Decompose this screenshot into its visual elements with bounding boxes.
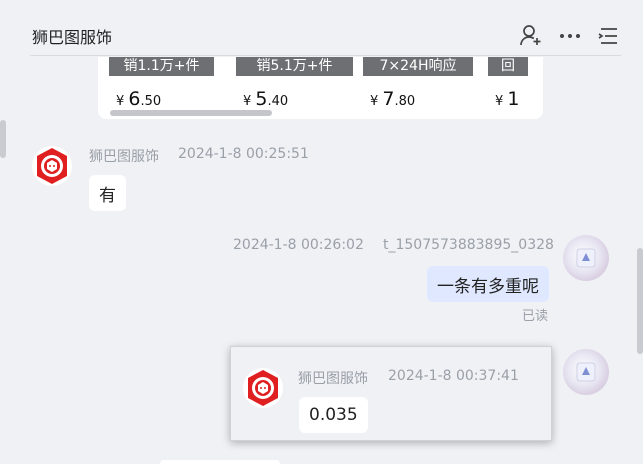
shop-avatar (243, 368, 283, 408)
product-sales-banner: 销5.1万+件 (236, 57, 353, 76)
chat-header: 狮巴图服饰 (30, 0, 621, 56)
menu-list-icon[interactable] (595, 22, 621, 48)
message-time: 2024-1-8 00:37:41 (388, 368, 519, 384)
read-status: 已读 (522, 309, 549, 324)
message-bubble[interactable]: 0.035 (299, 397, 368, 433)
product-price: ¥ 6.50 (116, 88, 162, 110)
product-item[interactable]: 回 ¥ 1 (488, 57, 528, 110)
product-sales-banner: 7×24H响应 (363, 57, 473, 76)
product-strip-scrollbar[interactable] (110, 110, 272, 116)
message-time: 2024-1-8 00:25:51 (178, 146, 309, 162)
message-time: 2024-1-8 00:26:02 (233, 237, 364, 253)
next-message-edge (160, 460, 280, 464)
quoted-message-card[interactable]: 狮巴图服饰 2024-1-8 00:37:41 0.035 (230, 346, 552, 441)
more-icon[interactable] (557, 22, 583, 48)
add-user-icon[interactable] (518, 22, 544, 48)
shop-avatar[interactable] (32, 146, 72, 186)
product-item[interactable]: 销1.1万+件 ¥ 6.50 (109, 57, 214, 110)
product-price: ¥ 7.80 (370, 88, 416, 110)
product-item[interactable]: 销5.1万+件 ¥ 5.40 (236, 57, 353, 110)
message-sender: 狮巴图服饰 (89, 149, 159, 165)
user-avatar[interactable] (563, 235, 609, 281)
message-sender: t_1507573883895_0328 (383, 237, 554, 253)
product-item[interactable]: 7×24H响应 ¥ 7.80 (363, 57, 473, 110)
product-sales-banner: 回 (488, 57, 528, 76)
chat-scrollbar[interactable] (637, 248, 643, 354)
message-bubble[interactable]: 有 (89, 175, 126, 211)
chat-title: 狮巴图服饰 (32, 28, 113, 47)
message-bubble[interactable]: 一条有多重呢 (427, 266, 549, 302)
left-panel-scrollbar[interactable] (0, 120, 6, 158)
product-sales-banner: 销1.1万+件 (109, 57, 214, 76)
product-recommend-card[interactable]: 销1.1万+件 ¥ 6.50 销5.1万+件 ¥ 5.40 7×24H响应 ¥ … (98, 57, 543, 119)
product-price: ¥ 5.40 (243, 88, 289, 110)
message-sender: 狮巴图服饰 (298, 371, 368, 387)
user-avatar[interactable] (563, 349, 609, 395)
product-price: ¥ 1 (495, 88, 520, 110)
